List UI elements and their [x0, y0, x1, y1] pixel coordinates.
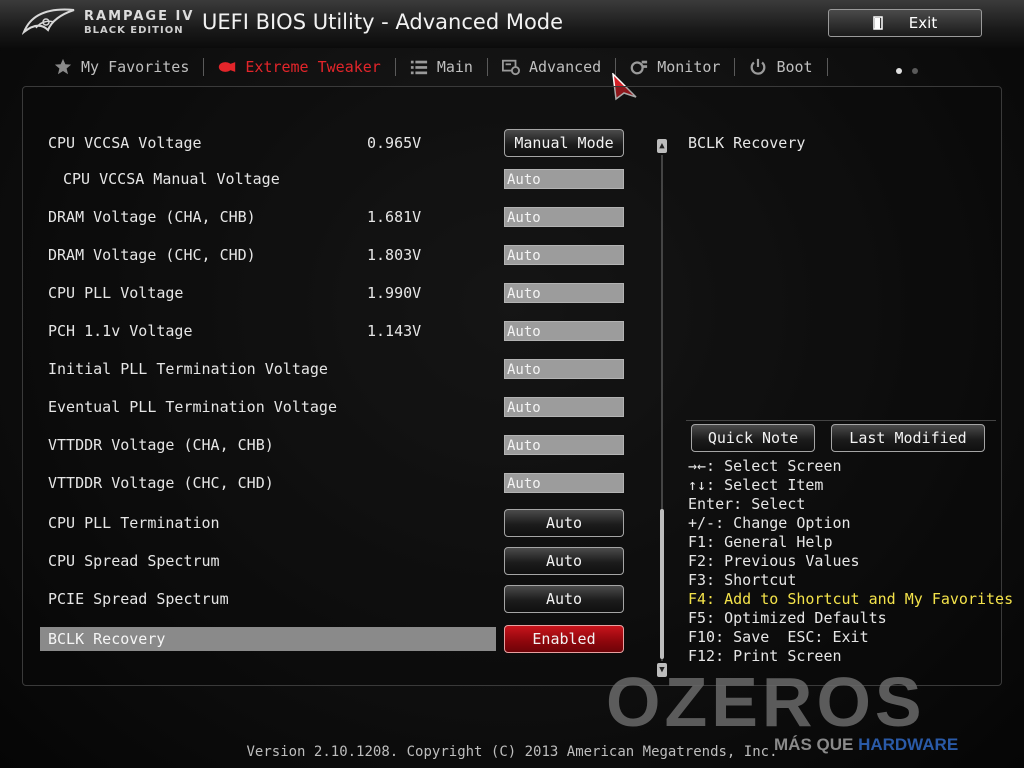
hotkey-item: Enter: Select	[688, 495, 806, 513]
voltage-input[interactable]: Auto	[504, 397, 624, 417]
setting-label: PCH 1.1v Voltage	[48, 322, 193, 340]
watermark-text: OZEROS	[606, 668, 926, 741]
setting-row-pch-voltage[interactable]: PCH 1.1v Voltage 1.143V Auto	[40, 319, 630, 345]
option-button[interactable]: Auto	[504, 585, 624, 613]
voltage-input[interactable]: Auto	[504, 169, 624, 189]
setting-row-cpu-pll-voltage[interactable]: CPU PLL Voltage 1.990V Auto	[40, 281, 630, 307]
tab-label: Monitor	[657, 58, 721, 76]
setting-label: VTTDDR Voltage (CHC, CHD)	[48, 474, 274, 492]
brand-edition: BLACK EDITION	[84, 25, 184, 36]
hotkey-item: F3: Shortcut	[688, 571, 797, 589]
advanced-icon	[501, 59, 520, 76]
option-button[interactable]: Auto	[504, 547, 624, 575]
setting-row-vttddr-voltage-cha-chb[interactable]: VTTDDR Voltage (CHA, CHB) Auto	[40, 433, 630, 459]
tab-label: Main	[436, 58, 473, 76]
voltage-input[interactable]: Auto	[504, 321, 624, 341]
hotkey-legend: →←: Select Screen ↑↓: Select Item Enter:…	[688, 457, 1013, 666]
setting-row-bclk-recovery[interactable]: BCLK Recovery Enabled	[40, 625, 630, 653]
page-dot-active[interactable]	[896, 68, 902, 74]
setting-row-dram-voltage-chc-chd[interactable]: DRAM Voltage (CHC, CHD) 1.803V Auto	[40, 243, 630, 269]
version-footer: Version 2.10.1208. Copyright (C) 2013 Am…	[246, 744, 778, 760]
voltage-input[interactable]: Auto	[504, 245, 624, 265]
setting-label: VTTDDR Voltage (CHA, CHB)	[48, 436, 274, 454]
help-title: BCLK Recovery	[688, 134, 806, 152]
setting-row-vttddr-voltage-chc-chd[interactable]: VTTDDR Voltage (CHC, CHD) Auto	[40, 471, 630, 497]
power-icon	[751, 58, 766, 75]
list-icon	[410, 60, 427, 75]
scroll-up-arrow-icon[interactable]: ▲	[657, 139, 667, 153]
quick-note-button[interactable]: Quick Note	[691, 424, 815, 452]
tab-advanced[interactable]: Advanced	[488, 52, 615, 82]
setting-row-cpu-spread-spectrum[interactable]: CPU Spread Spectrum Auto	[40, 547, 630, 575]
tab-extreme-tweaker[interactable]: Extreme Tweaker	[204, 52, 394, 82]
rog-logo-icon	[22, 8, 75, 35]
last-modified-button[interactable]: Last Modified	[831, 424, 985, 452]
voltage-input[interactable]: Auto	[504, 359, 624, 379]
scroll-thumb[interactable]	[660, 509, 664, 659]
setting-row-pcie-spread-spectrum[interactable]: PCIE Spread Spectrum Auto	[40, 585, 630, 613]
setting-label: CPU VCCSA Manual Voltage	[63, 170, 280, 188]
scrollbar[interactable]: ▲ ▼	[657, 139, 667, 679]
voltage-input[interactable]: Auto	[504, 283, 624, 303]
main-tabs: My Favorites Extreme Tweaker Main Advanc…	[40, 52, 828, 82]
setting-row-cpu-pll-termination[interactable]: CPU PLL Termination Auto	[40, 509, 630, 537]
app-title: UEFI BIOS Utility - Advanced Mode	[202, 10, 564, 34]
hotkey-item-highlighted: F4: Add to Shortcut and My Favorites	[688, 590, 1014, 608]
page-dot[interactable]	[912, 68, 918, 74]
hotkey-item: +/-: Change Option	[688, 514, 851, 532]
setting-row-cpu-vccsa-voltage[interactable]: CPU VCCSA Voltage 0.965V Manual Mode	[40, 129, 630, 157]
setting-label: PCIE Spread Spectrum	[48, 590, 229, 608]
tab-my-favorites[interactable]: My Favorites	[40, 52, 203, 82]
setting-row-eventual-pll-termination-voltage[interactable]: Eventual PLL Termination Voltage Auto	[40, 395, 630, 421]
title-bar: RAMPAGE IV BLACK EDITION UEFI BIOS Utili…	[0, 0, 1024, 48]
setting-label: CPU PLL Voltage	[48, 284, 184, 302]
manual-mode-button[interactable]: Manual Mode	[504, 129, 624, 157]
exit-button[interactable]: Exit	[828, 9, 982, 37]
hotkey-item: F2: Previous Values	[688, 552, 860, 570]
setting-label: DRAM Voltage (CHC, CHD)	[48, 246, 256, 264]
tab-boot[interactable]: Boot	[735, 52, 826, 82]
voltage-input[interactable]: Auto	[504, 435, 624, 455]
hotkey-item: F12: Print Screen	[688, 647, 842, 665]
setting-label: CPU Spread Spectrum	[48, 552, 220, 570]
hotkey-item: →←: Select Screen	[688, 457, 842, 475]
setting-row-dram-voltage-cha-chb[interactable]: DRAM Voltage (CHA, CHB) 1.681V Auto	[40, 205, 630, 231]
help-divider	[686, 420, 996, 421]
setting-value: 1.681V	[367, 208, 422, 226]
setting-row-cpu-vccsa-manual-voltage[interactable]: CPU VCCSA Manual Voltage Auto	[40, 167, 630, 193]
setting-label: Eventual PLL Termination Voltage	[48, 398, 337, 416]
hotkey-item: ↑↓: Select Item	[688, 476, 824, 494]
hotkey-item: F5: Optimized Defaults	[688, 609, 887, 627]
setting-row-initial-pll-termination-voltage[interactable]: Initial PLL Termination Voltage Auto	[40, 357, 630, 383]
brand-name: RAMPAGE IV	[84, 9, 195, 24]
tab-label: Boot	[776, 58, 813, 76]
voltage-input[interactable]: Auto	[504, 473, 624, 493]
setting-label: DRAM Voltage (CHA, CHB)	[48, 208, 256, 226]
setting-value: 1.143V	[367, 322, 422, 340]
page-indicator	[896, 59, 928, 78]
door-exit-icon	[873, 16, 883, 30]
tab-separator	[826, 58, 828, 76]
enabled-button[interactable]: Enabled	[504, 625, 624, 653]
setting-label: CPU PLL Termination	[48, 514, 220, 532]
tab-label: My Favorites	[81, 58, 190, 76]
setting-value: 0.965V	[367, 134, 422, 152]
option-button[interactable]: Auto	[504, 509, 624, 537]
setting-value: 1.803V	[367, 246, 422, 264]
setting-label: Initial PLL Termination Voltage	[48, 360, 328, 378]
tab-label: Extreme Tweaker	[245, 58, 381, 76]
setting-label: BCLK Recovery	[48, 630, 166, 648]
tweaker-icon	[219, 62, 236, 72]
star-icon	[54, 58, 72, 75]
hotkey-item: F1: General Help	[688, 533, 833, 551]
tab-main[interactable]: Main	[396, 52, 487, 82]
tab-label: Advanced	[528, 58, 602, 76]
voltage-input[interactable]: Auto	[504, 207, 624, 227]
hotkey-item: F10: Save ESC: Exit	[688, 628, 869, 646]
setting-label: CPU VCCSA Voltage	[48, 134, 202, 152]
exit-label: Exit	[908, 14, 938, 32]
setting-value: 1.990V	[367, 284, 422, 302]
